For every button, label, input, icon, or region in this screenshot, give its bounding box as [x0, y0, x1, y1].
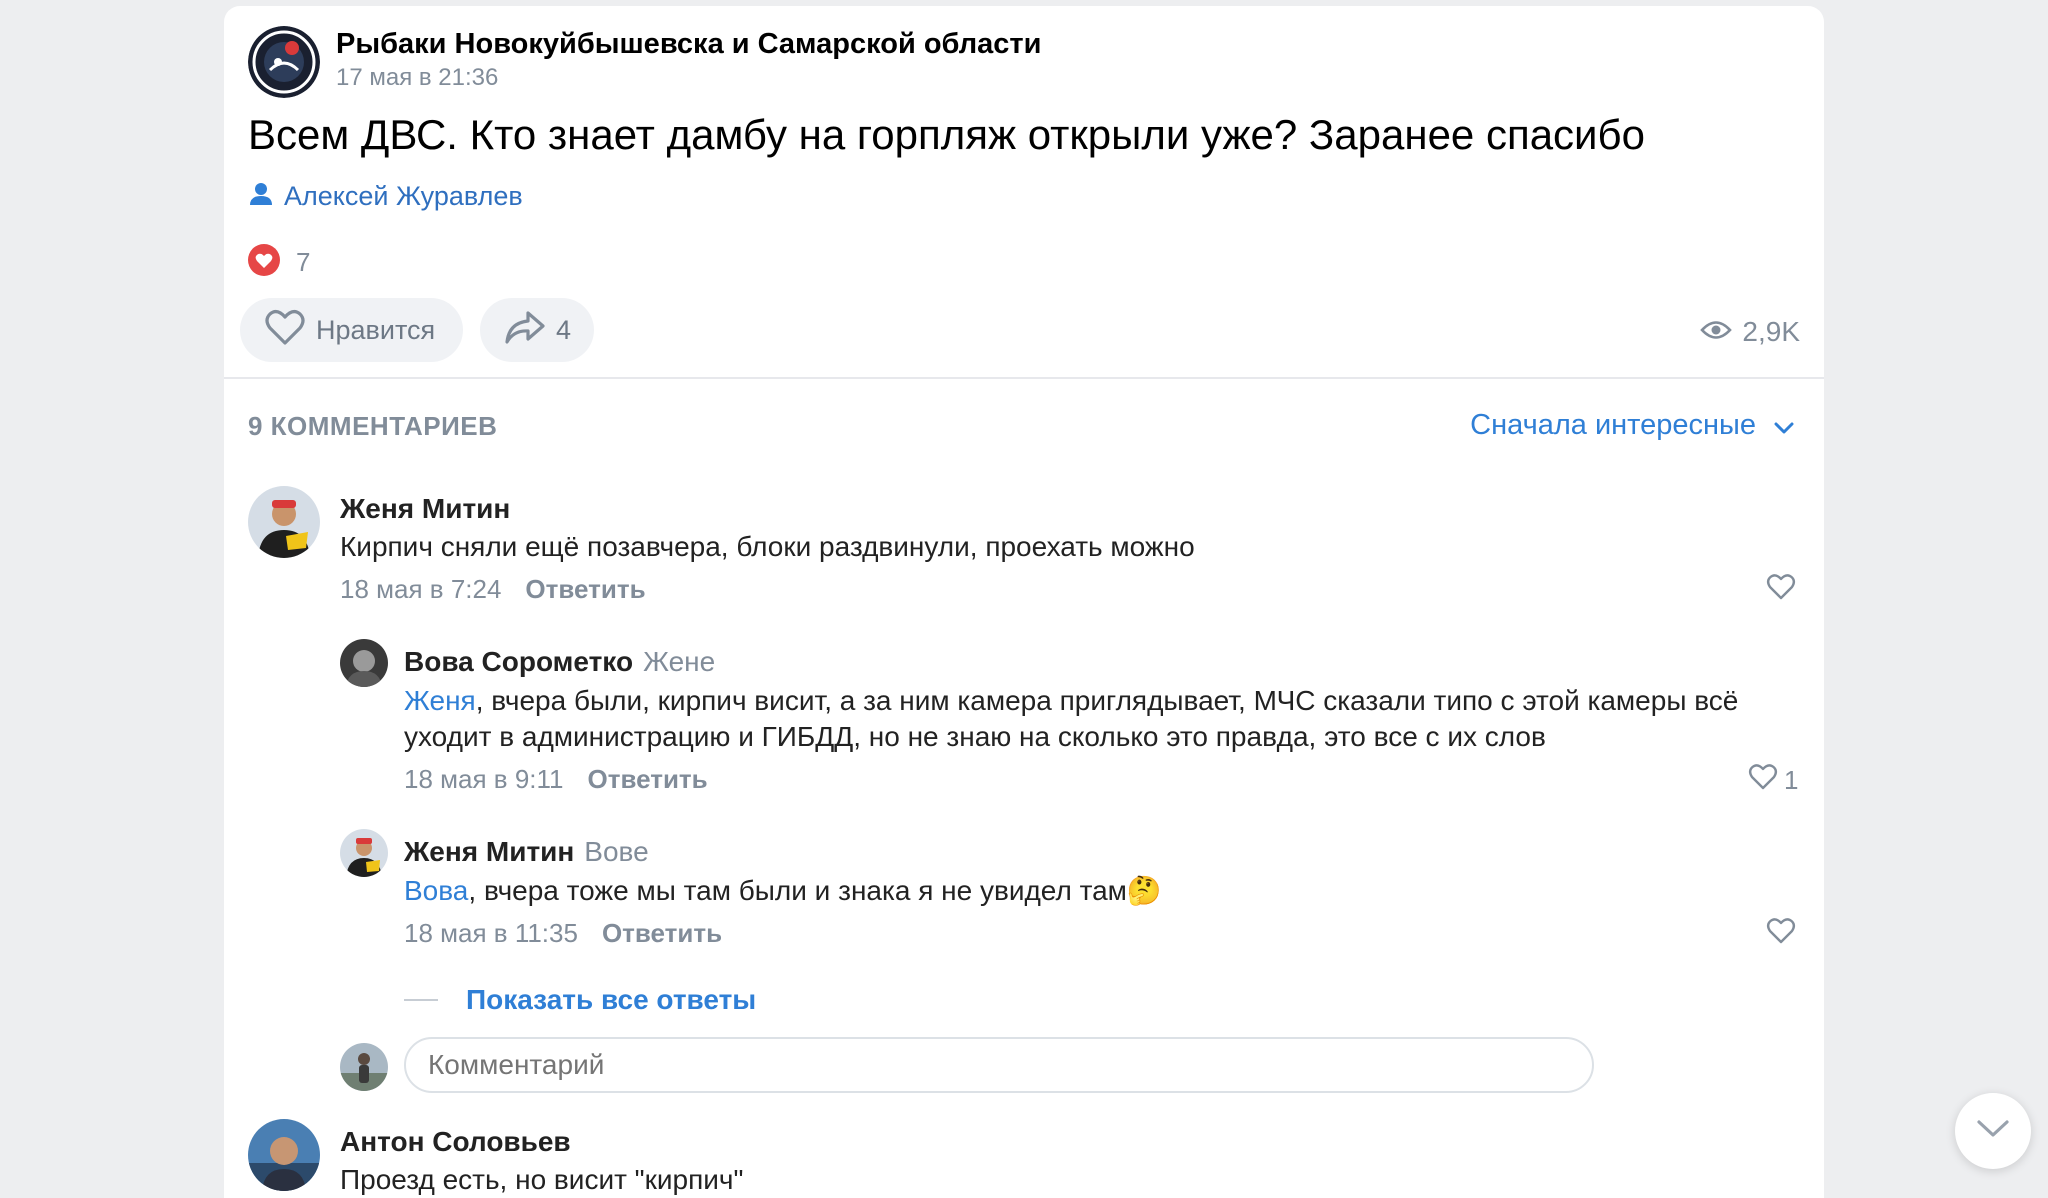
share-count: 4 — [556, 314, 572, 345]
comment-text: Кирпич сняли ещё позавчера, блоки раздви… — [340, 531, 1195, 562]
comment-input[interactable] — [404, 1037, 1594, 1093]
sort-label: Сначала интересные — [1470, 409, 1756, 441]
reply-like-button[interactable] — [1766, 917, 1796, 951]
user-icon — [248, 181, 274, 212]
post-date[interactable]: 17 мая в 21:36 — [336, 64, 498, 92]
reply-button[interactable]: Ответить — [525, 574, 645, 604]
comments-count: 9 КОММЕНТАРИЕВ — [248, 411, 498, 441]
like-label: Нравится — [316, 314, 436, 345]
scroll-down-button[interactable] — [1955, 1093, 2031, 1169]
comment-text: Проезд есть, но висит "кирпич" — [340, 1164, 744, 1195]
views-counter: 2,9K — [1700, 316, 1800, 348]
comment-author[interactable]: Женя Митин — [340, 493, 510, 525]
reply-button[interactable]: Ответить — [588, 764, 708, 794]
reply-author-name[interactable]: Женя Митин — [404, 836, 574, 867]
heart-reaction-icon — [248, 244, 280, 281]
comment-author[interactable]: Антон Соловьев — [340, 1126, 571, 1158]
avatar[interactable] — [248, 1119, 320, 1191]
reply-body: , вчера тоже мы там были и знака я не ув… — [468, 875, 1127, 906]
reply-meta: 18 мая в 11:35 Ответить — [404, 918, 722, 949]
avatar[interactable] — [248, 486, 320, 558]
reply-date[interactable]: 18 мая в 9:11 — [404, 764, 564, 794]
reply-to[interactable]: Вове — [584, 836, 648, 867]
reactions-summary[interactable]: 7 — [248, 244, 310, 281]
heart-outline-icon — [1748, 763, 1778, 797]
reply-date[interactable]: 18 мая в 11:35 — [404, 918, 578, 948]
share-button[interactable]: 4 — [480, 298, 594, 362]
reply-button[interactable]: Ответить — [602, 918, 722, 948]
chevron-down-icon — [1976, 1119, 2010, 1144]
share-icon — [504, 309, 546, 352]
reply-text: Вова, вчера тоже мы там были и знака я н… — [404, 873, 1162, 909]
show-all-replies-button[interactable]: Показать все ответы — [404, 984, 756, 1016]
heart-outline-icon — [264, 308, 306, 353]
reply-like-button[interactable]: 1 — [1748, 763, 1798, 797]
reply-body: , вчера были, кирпич висит, а за ним кам… — [404, 685, 1739, 752]
comment-like-button[interactable] — [1766, 573, 1796, 607]
chevron-down-icon — [1774, 409, 1794, 442]
avatar[interactable] — [340, 639, 388, 687]
reply-to[interactable]: Жене — [643, 646, 715, 677]
current-user-avatar[interactable] — [340, 1043, 388, 1091]
show-all-label: Показать все ответы — [466, 984, 757, 1015]
thinking-face-emoji: 🤔 — [1126, 875, 1162, 906]
views-count: 2,9K — [1742, 316, 1800, 347]
sort-dropdown[interactable]: Сначала интересные — [1470, 409, 1794, 442]
eye-icon — [1700, 316, 1733, 348]
reply-meta: 18 мая в 9:11 Ответить — [404, 764, 708, 795]
reply-author[interactable]: Женя Митин Вове — [404, 836, 649, 868]
group-name[interactable]: Рыбаки Новокуйбышевска и Самарской облас… — [336, 28, 1041, 61]
like-count: 1 — [1784, 764, 1799, 795]
reply-author-name[interactable]: Вова Сорометко — [404, 646, 633, 677]
heart-outline-icon — [1766, 917, 1796, 951]
post-text: Всем ДВС. Кто знает дамбу на горпляж отк… — [248, 111, 1645, 158]
reactions-count: 7 — [296, 247, 311, 277]
comment-meta: 18 мая в 7:24 Ответить — [340, 574, 646, 605]
divider — [224, 377, 1824, 379]
avatar[interactable] — [340, 829, 388, 877]
comment-date[interactable]: 18 мая в 7:24 — [340, 574, 501, 604]
post-author-name[interactable]: Алексей Журавлев — [284, 181, 523, 212]
reply-author[interactable]: Вова Сорометко Жене — [404, 646, 715, 678]
group-avatar[interactable] — [248, 26, 320, 98]
mention-link[interactable]: Женя — [404, 685, 476, 716]
post-card: Рыбаки Новокуйбышевска и Самарской облас… — [224, 6, 1824, 1198]
reply-text: Женя, вчера были, кирпич висит, а за ним… — [404, 683, 1764, 755]
like-button[interactable]: Нравится — [240, 298, 463, 362]
thread-line — [404, 999, 438, 1001]
heart-outline-icon — [1766, 573, 1796, 607]
mention-link[interactable]: Вова — [404, 875, 468, 906]
post-author[interactable]: Алексей Журавлев — [248, 181, 523, 212]
